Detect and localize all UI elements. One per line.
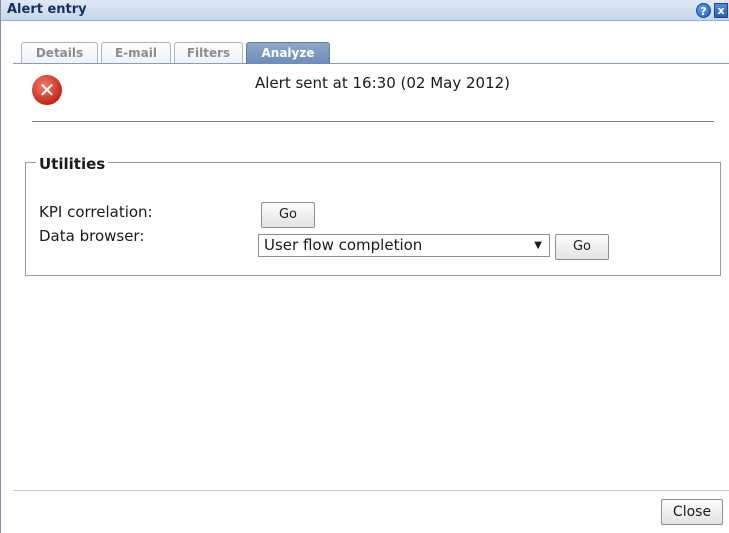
error-icon: ✕: [32, 75, 62, 105]
title-bar[interactable]: Alert entry ? x: [1, 0, 729, 21]
close-icon[interactable]: x: [714, 3, 728, 18]
utilities-legend: Utilities: [36, 155, 109, 173]
divider: [32, 121, 714, 122]
dialog-title: Alert entry: [7, 2, 87, 17]
data-browser-label: Data browser:: [39, 227, 145, 245]
close-button[interactable]: Close: [661, 499, 723, 525]
chevron-down-icon[interactable]: ▼: [534, 235, 542, 256]
data-browser-select[interactable]: User flow completion ▼: [258, 234, 550, 257]
tab-analyze[interactable]: Analyze: [246, 42, 330, 64]
alert-entry-dialog: Alert entry ? x Details E-mail Filters A…: [0, 0, 729, 533]
tab-strip: Details E-mail Filters Analyze: [13, 42, 729, 64]
data-browser-go-button[interactable]: Go: [555, 234, 609, 260]
tab-filters[interactable]: Filters: [174, 42, 243, 63]
alert-message: Alert sent at 16:30 (02 May 2012): [255, 74, 511, 92]
help-icon[interactable]: ?: [696, 3, 711, 18]
tab-details[interactable]: Details: [21, 42, 98, 63]
footer-divider: [13, 490, 729, 491]
kpi-go-button[interactable]: Go: [261, 202, 315, 228]
kpi-correlation-label: KPI correlation:: [39, 203, 153, 221]
tab-email[interactable]: E-mail: [101, 42, 171, 63]
data-browser-selected-value: User flow completion: [264, 236, 423, 254]
